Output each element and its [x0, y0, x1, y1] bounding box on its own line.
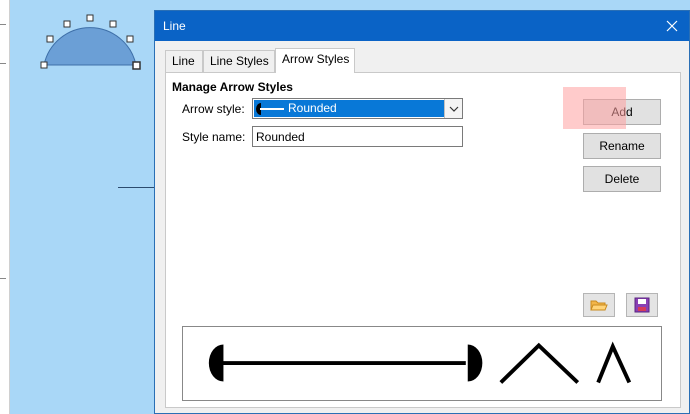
section-title: Manage Arrow Styles	[172, 80, 293, 94]
dialog-title: Line	[163, 19, 186, 33]
arrow-style-value: Rounded	[288, 101, 337, 115]
save-arrow-styles-button[interactable]	[626, 293, 658, 317]
preview-rounded-start	[208, 344, 224, 382]
line-dialog: Line Line Line Styles Arrow Styles Manag…	[154, 10, 690, 414]
tab-line-styles[interactable]: Line Styles	[203, 50, 275, 72]
folder-open-icon	[590, 300, 608, 311]
style-name-input[interactable]	[252, 126, 463, 147]
close-button[interactable]	[655, 11, 689, 41]
arrow-style-selected-item: Rounded	[254, 100, 444, 117]
arrow-style-preview	[182, 326, 662, 401]
selection-handle	[126, 35, 134, 43]
selection-handle	[46, 35, 54, 43]
tab-line[interactable]: Line	[165, 50, 203, 72]
load-arrow-styles-button[interactable]	[583, 293, 615, 317]
close-icon	[666, 20, 678, 32]
selection-handle	[63, 20, 71, 28]
style-name-label: Style name:	[182, 130, 246, 144]
dropdown-toggle[interactable]	[444, 99, 462, 118]
dialog-titlebar[interactable]: Line	[155, 11, 689, 41]
save-floppy-icon	[634, 297, 650, 313]
arrow-style-label: Arrow style:	[182, 102, 245, 116]
ruler-tick	[0, 278, 6, 279]
preview-large-arrowhead	[499, 342, 580, 384]
preview-small-arrowhead	[596, 341, 632, 384]
selection-handle	[40, 61, 48, 69]
semicircle-shape[interactable]	[0, 0, 160, 80]
selection-handle	[86, 14, 94, 22]
chevron-down-icon	[449, 106, 458, 112]
tab-arrow-styles[interactable]: Arrow Styles	[275, 48, 355, 73]
delete-button[interactable]: Delete	[583, 166, 661, 192]
arrow-styles-panel: Manage Arrow Styles Arrow style: Rounded…	[165, 72, 681, 408]
selection-handle	[132, 61, 141, 70]
drawing-line[interactable]	[118, 187, 158, 188]
rounded-arrow-preview-icon	[256, 103, 284, 115]
arrow-style-select[interactable]: Rounded	[252, 98, 463, 119]
preview-rounded-end	[467, 344, 483, 382]
add-button[interactable]: Add	[583, 99, 661, 125]
rename-button[interactable]: Rename	[583, 133, 661, 159]
selection-handle	[109, 20, 117, 28]
